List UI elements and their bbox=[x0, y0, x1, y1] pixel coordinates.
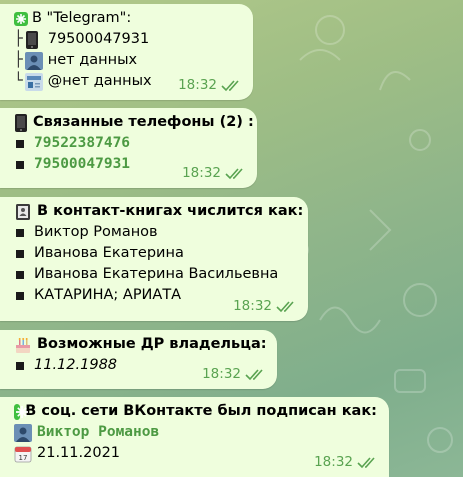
double-check-icon bbox=[225, 167, 243, 179]
bullet-square-icon bbox=[16, 361, 24, 370]
list-item: Виктор Романов bbox=[14, 222, 296, 243]
contact-books-title: В контакт-книгах числится как: bbox=[37, 203, 304, 219]
telegram-header: В "Telegram": bbox=[14, 8, 241, 29]
mobile-phone-icon bbox=[25, 30, 43, 49]
message-meta: 18:32 bbox=[182, 163, 247, 184]
birthday-title: Возможные ДР владельца: bbox=[37, 336, 267, 352]
message-time: 18:32 bbox=[182, 165, 221, 181]
message-meta: 18:32 bbox=[202, 364, 267, 385]
list-item: Иванова Екатерина Васильевна bbox=[14, 264, 296, 285]
list-item: Иванова Екатерина bbox=[14, 243, 296, 264]
double-check-icon bbox=[245, 368, 263, 380]
message-time: 18:32 bbox=[314, 454, 353, 470]
message-bubble-birthday[interactable]: Возможные ДР владельца: 11.12.1988 18:32 bbox=[0, 330, 277, 389]
tree-branch: ├ bbox=[14, 31, 23, 47]
message-bubble-telegram[interactable]: В "Telegram": ├ 79500047931 ├ нет данных… bbox=[0, 4, 253, 100]
bullet-square-icon bbox=[16, 249, 24, 258]
message-bubble-contact-books[interactable]: В контакт-книгах числится как: Виктор Ро… bbox=[0, 197, 308, 321]
vk-date: 21.11.2021 bbox=[37, 445, 121, 461]
phone-link[interactable]: 79500047931 bbox=[34, 154, 130, 175]
calendar-icon: 17 bbox=[14, 445, 32, 463]
bullet-square-icon bbox=[16, 160, 24, 169]
linked-phones-title: Связанные телефоны (2) : bbox=[33, 114, 254, 130]
tree-branch: ├ bbox=[14, 52, 23, 68]
double-check-icon bbox=[357, 456, 375, 468]
bullet-square-icon bbox=[16, 291, 24, 300]
contact-name: Иванова Екатерина bbox=[34, 245, 184, 261]
birthday-date: 11.12.1988 bbox=[34, 357, 118, 373]
user-silhouette-icon bbox=[24, 51, 43, 70]
contact-name: КАТАРИНА; АРИАТА bbox=[34, 287, 182, 303]
message-bubble-vkontakte[interactable]: В соц. сети ВКонтакте был подписан как: … bbox=[0, 397, 389, 477]
contact-name: Виктор Романов bbox=[34, 224, 158, 240]
bullet-square-icon bbox=[16, 228, 24, 237]
message-time: 18:32 bbox=[178, 77, 217, 93]
telegram-phone: 79500047931 bbox=[47, 31, 150, 47]
sparkle-icon bbox=[14, 11, 28, 26]
telegram-username: @нет данных bbox=[47, 73, 152, 89]
birthday-cake-icon bbox=[14, 336, 32, 354]
message-meta: 18:32 bbox=[314, 452, 379, 473]
telegram-header-text: В "Telegram": bbox=[32, 10, 132, 26]
list-item: 79522387476 bbox=[14, 133, 245, 154]
bullet-square-icon bbox=[16, 139, 24, 148]
sparkle-icon bbox=[14, 403, 28, 420]
vk-name-link[interactable]: Виктор Романов bbox=[37, 422, 159, 443]
message-time: 18:32 bbox=[233, 298, 272, 314]
tree-branch: └ bbox=[14, 73, 23, 89]
contact-name: Иванова Екатерина Васильевна bbox=[34, 266, 279, 282]
telegram-name: нет данных bbox=[47, 52, 138, 68]
message-time: 18:32 bbox=[202, 366, 241, 382]
user-silhouette-icon bbox=[14, 423, 32, 442]
message-meta: 18:32 bbox=[178, 75, 243, 96]
svg-text:17: 17 bbox=[19, 454, 28, 462]
double-check-icon bbox=[221, 79, 239, 91]
phone-link[interactable]: 79522387476 bbox=[34, 133, 130, 154]
message-meta: 18:32 bbox=[233, 296, 298, 317]
id-card-icon bbox=[24, 72, 43, 91]
message-bubble-linked-phones[interactable]: Связанные телефоны (2) : 79522387476 795… bbox=[0, 108, 257, 188]
mobile-phone-icon bbox=[14, 113, 28, 132]
vk-title: В соц. сети ВКонтакте был подписан как: bbox=[25, 403, 377, 419]
bullet-square-icon bbox=[16, 270, 24, 279]
address-book-icon bbox=[14, 203, 32, 221]
double-check-icon bbox=[276, 300, 294, 312]
